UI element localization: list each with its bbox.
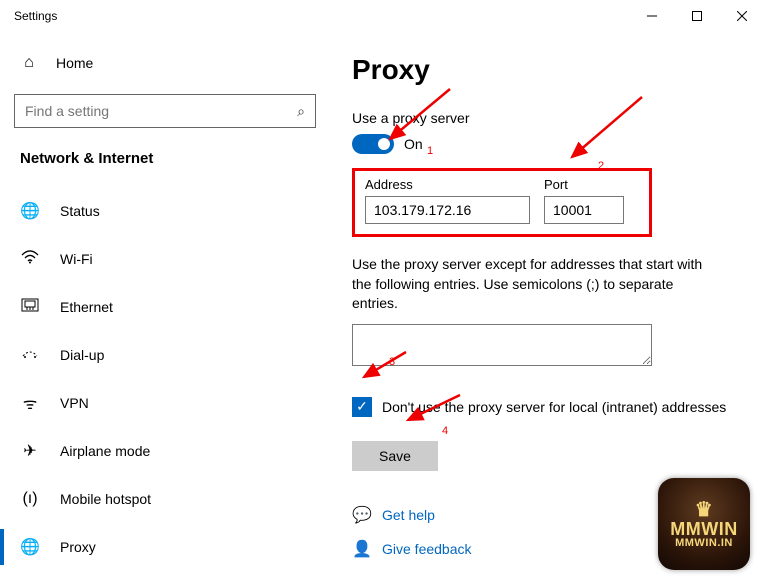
- sidebar-item-label: Wi-Fi: [60, 251, 93, 267]
- minimize-button[interactable]: [629, 0, 674, 32]
- titlebar: Settings: [0, 0, 764, 32]
- logo-line1: MMWIN: [670, 520, 737, 538]
- feedback-label: Give feedback: [382, 541, 472, 557]
- search-input[interactable]: [25, 103, 297, 119]
- sidebar-item-label: Airplane mode: [60, 443, 150, 459]
- sidebar-item-label: Proxy: [60, 539, 96, 555]
- search-icon: ⌕: [297, 103, 305, 120]
- sidebar-item-label: Dial-up: [60, 347, 104, 363]
- window-title: Settings: [14, 9, 57, 23]
- sidebar-item-status[interactable]: 🌐 Status: [14, 187, 330, 235]
- window-controls: [629, 0, 764, 32]
- sidebar-item-airplane[interactable]: ✈ Airplane mode: [14, 427, 330, 475]
- sidebar-item-label: VPN: [60, 395, 89, 411]
- home-icon: ⌂: [20, 54, 38, 72]
- hotspot-icon: (ı): [20, 490, 40, 508]
- local-checkbox[interactable]: ✓: [352, 397, 372, 417]
- except-input[interactable]: [352, 324, 652, 366]
- home-nav[interactable]: ⌂ Home: [14, 46, 330, 80]
- except-description: Use the proxy server except for addresse…: [352, 255, 712, 314]
- watermark-logo: ♛ MMWIN MMWIN.IN: [658, 478, 750, 570]
- address-port-group: Address Port: [352, 168, 652, 237]
- address-input[interactable]: [365, 196, 530, 224]
- help-icon: 💬: [352, 505, 370, 525]
- globe-icon: 🌐: [20, 201, 40, 221]
- toggle-state-label: On: [404, 136, 423, 152]
- vpn-icon: ᯤ: [20, 392, 40, 414]
- sidebar-item-label: Status: [60, 203, 100, 219]
- wifi-icon: [20, 250, 40, 269]
- help-label: Get help: [382, 507, 435, 523]
- maximize-button[interactable]: [674, 0, 719, 32]
- ethernet-icon: [20, 298, 40, 317]
- sidebar-item-vpn[interactable]: ᯤ VPN: [14, 379, 330, 427]
- address-label: Address: [365, 177, 530, 192]
- port-label: Port: [544, 177, 624, 192]
- sidebar: ⌂ Home ⌕ Network & Internet 🌐 Status Wi-…: [0, 32, 330, 580]
- logo-line2: MMWIN.IN: [675, 538, 733, 549]
- dialup-icon: [20, 346, 40, 365]
- sidebar-item-ethernet[interactable]: Ethernet: [14, 283, 330, 331]
- use-proxy-label: Use a proxy server: [352, 110, 734, 126]
- annotation-number-4: 4: [442, 425, 448, 437]
- proxy-toggle[interactable]: [352, 134, 394, 154]
- crown-icon: ♛: [695, 500, 713, 520]
- port-input[interactable]: [544, 196, 624, 224]
- annotation-number-1: 1: [427, 145, 433, 157]
- sidebar-item-label: Ethernet: [60, 299, 113, 315]
- sidebar-item-dialup[interactable]: Dial-up: [14, 331, 330, 379]
- annotation-number-3: 3: [389, 356, 395, 368]
- sidebar-item-label: Mobile hotspot: [60, 491, 151, 507]
- local-checkbox-label: Don't use the proxy server for local (in…: [382, 399, 726, 415]
- feedback-icon: 👤: [352, 539, 370, 559]
- close-button[interactable]: [719, 0, 764, 32]
- save-button[interactable]: Save: [352, 441, 438, 471]
- proxy-icon: 🌐: [20, 537, 40, 557]
- airplane-icon: ✈: [20, 441, 40, 461]
- search-box[interactable]: ⌕: [14, 94, 316, 128]
- home-label: Home: [56, 55, 93, 71]
- sidebar-item-hotspot[interactable]: (ı) Mobile hotspot: [14, 475, 330, 523]
- page-title: Proxy: [352, 54, 734, 86]
- annotation-number-2: 2: [598, 160, 604, 172]
- section-header: Network & Internet: [14, 142, 330, 187]
- sidebar-item-wifi[interactable]: Wi-Fi: [14, 235, 330, 283]
- sidebar-item-proxy[interactable]: 🌐 Proxy: [14, 523, 330, 571]
